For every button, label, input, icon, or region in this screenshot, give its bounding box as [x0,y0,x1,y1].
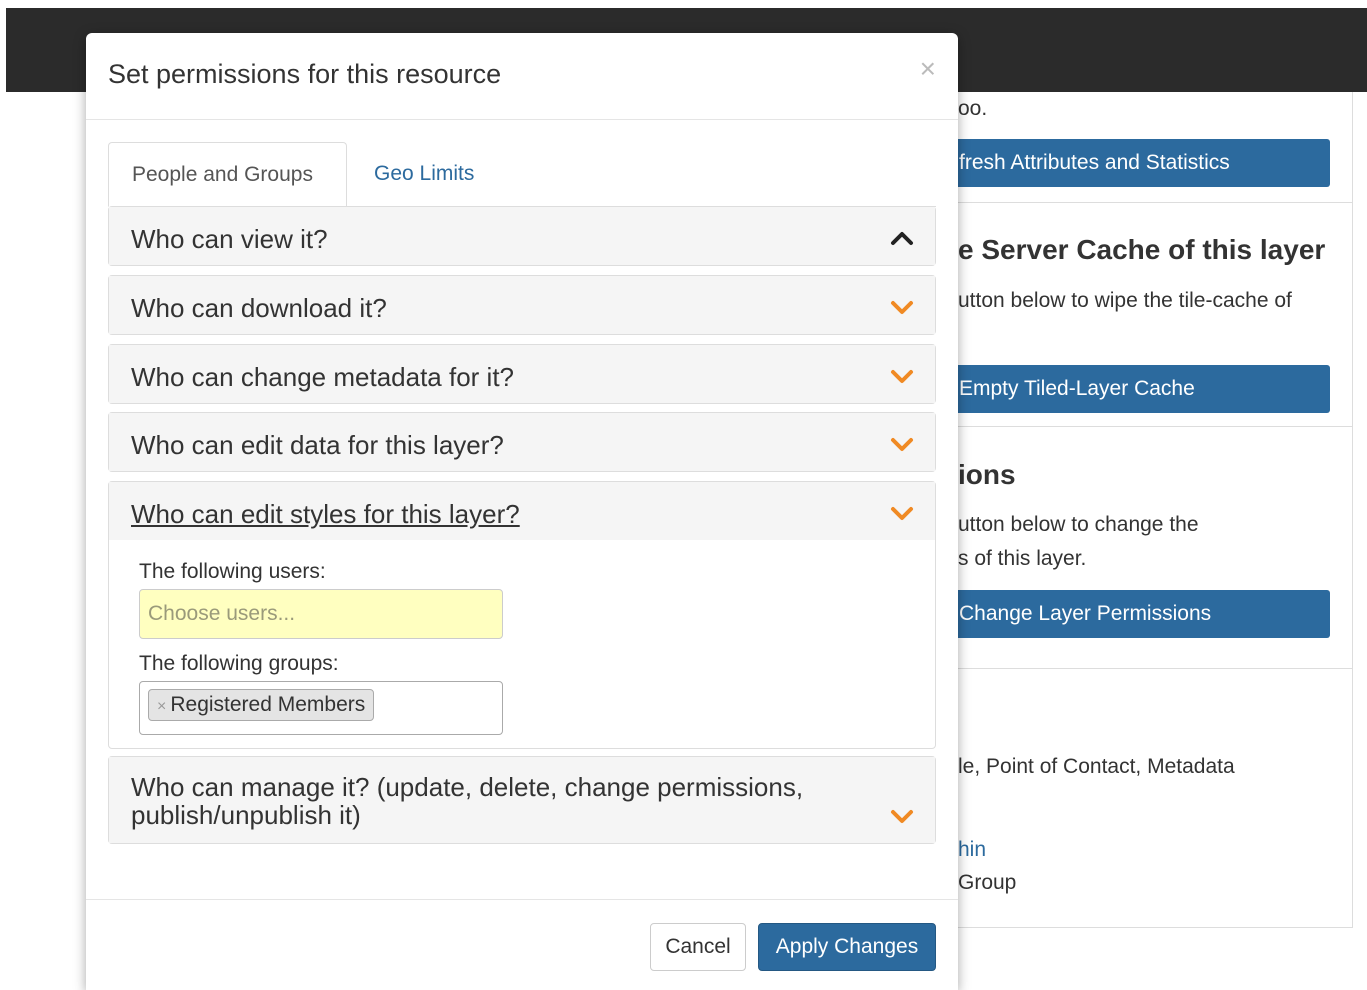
panel-manage-header[interactable]: Who can manage it? (update, delete, chan… [109,757,935,843]
modal-header: Set permissions for this resource × [86,33,958,120]
modal-footer: Cancel Apply Changes [86,899,958,990]
cancel-button[interactable]: Cancel [650,923,746,971]
panel-change-metadata-header[interactable]: Who can change metadata for it? [109,345,935,403]
panel-edit-styles: Who can edit styles for this layer? The … [108,481,936,749]
panel-edit-styles-header[interactable]: Who can edit styles for this layer? [109,482,935,540]
tab-people-and-groups[interactable]: People and Groups [108,142,347,207]
close-icon[interactable]: × [920,55,936,83]
sidebar-text: oo. [958,97,988,120]
group-chip-label: Registered Members [170,693,366,716]
permissions-modal: Set permissions for this resource × Peop… [86,33,958,990]
permissions-heading: ions [958,459,1016,490]
panel-view: Who can view it? [108,206,936,266]
panel-download-header[interactable]: Who can download it? [109,276,935,334]
chevron-down-icon [891,810,913,823]
chevron-down-icon [891,301,913,314]
chevron-up-icon [891,232,913,245]
empty-cache-button[interactable]: Empty Tiled-Layer Cache [935,365,1330,413]
apply-changes-button[interactable]: Apply Changes [758,923,936,971]
chevron-down-icon [891,438,913,451]
permission-tabs: People and Groups Geo Limits [108,142,936,207]
tab-geo-limits[interactable]: Geo Limits [351,142,497,207]
panel-change-metadata: Who can change metadata for it? [108,344,936,404]
panel-title: Who can view it? [131,224,328,254]
admin-link[interactable]: hin [958,838,986,862]
groups-input[interactable]: × Registered Members [139,681,503,735]
panel-edit-styles-body: The following users: The following group… [109,540,935,748]
panel-title: Who can download it? [131,293,387,323]
panel-title: Who can edit styles for this layer? [131,499,520,529]
group-text: Group [958,871,1017,894]
chevron-down-icon [891,507,913,520]
refresh-attributes-button[interactable]: fresh Attributes and Statistics [935,139,1330,187]
divider [930,426,1353,427]
permissions-description: s of this layer. [958,547,1087,570]
divider [930,668,1353,669]
divider [930,202,1353,203]
panel-manage: Who can manage it? (update, delete, chan… [108,756,936,844]
cache-heading: e Server Cache of this layer [958,234,1326,265]
permissions-description: utton below to change the [958,513,1199,536]
panel-edit-data-header[interactable]: Who can edit data for this layer? [109,413,935,471]
groups-label: The following groups: [139,652,339,675]
panel-title: Who can change metadata for it? [131,362,515,392]
chevron-down-icon [891,370,913,383]
layer-sidebar-card [930,92,1353,928]
users-label: The following users: [139,560,326,583]
users-input[interactable] [139,589,503,639]
cache-description: utton below to wipe the tile-cache of [958,289,1292,312]
panel-title: Who can edit data for this layer? [131,430,504,460]
panel-edit-data: Who can edit data for this layer? [108,412,936,472]
roles-text: le, Point of Contact, Metadata [958,755,1235,778]
panel-title: Who can manage it? (update, delete, chan… [131,772,804,830]
group-chip: × Registered Members [148,689,375,721]
modal-title: Set permissions for this resource [108,59,502,89]
panel-download: Who can download it? [108,275,936,335]
panel-view-header[interactable]: Who can view it? [109,207,935,265]
change-permissions-button[interactable]: Change Layer Permissions [935,590,1330,638]
remove-chip-icon[interactable]: × [157,698,166,715]
